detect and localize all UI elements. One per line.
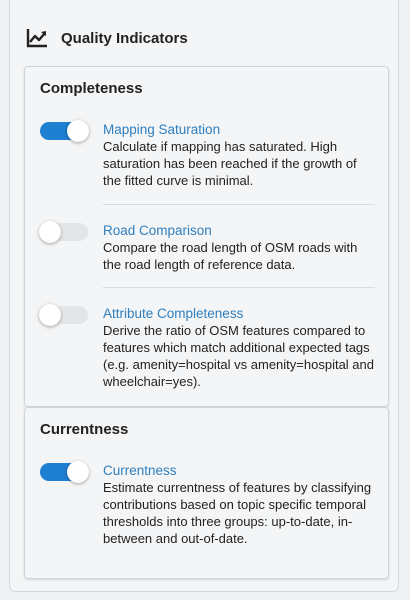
mapping-saturation-label[interactable]: Mapping Saturation xyxy=(103,121,378,138)
line-chart-icon xyxy=(26,27,48,49)
attribute-completeness-description: Derive the ratio of OSM features compare… xyxy=(103,323,374,389)
mapping-saturation-description: Calculate if mapping has saturated. High… xyxy=(103,139,357,188)
road-comparison-toggle[interactable] xyxy=(39,221,88,243)
toggle-knob xyxy=(39,304,61,326)
currentness-description: Estimate currentness of features by clas… xyxy=(103,480,372,546)
section-title: Quality Indicators xyxy=(61,29,188,47)
attribute-completeness-label[interactable]: Attribute Completeness xyxy=(103,305,378,322)
divider xyxy=(103,287,375,288)
currentness-card: Currentness Currentness Estimate current… xyxy=(24,407,389,579)
toggle-knob xyxy=(67,461,89,483)
road-comparison-label[interactable]: Road Comparison xyxy=(103,222,378,239)
completeness-card: Completeness Mapping Saturation Calculat… xyxy=(24,66,389,407)
currentness-toggle[interactable] xyxy=(40,461,89,483)
section-header: Quality Indicators xyxy=(26,26,188,50)
card-title: Completeness xyxy=(40,80,143,97)
toggle-knob xyxy=(67,120,89,142)
attribute-completeness-toggle[interactable] xyxy=(39,304,88,326)
road-comparison-description: Compare the road length of OSM roads wit… xyxy=(103,240,358,272)
mapping-saturation-toggle[interactable] xyxy=(40,120,89,142)
toggle-knob xyxy=(39,221,61,243)
currentness-label[interactable]: Currentness xyxy=(103,462,378,479)
divider xyxy=(103,204,375,205)
card-title: Currentness xyxy=(40,421,129,438)
